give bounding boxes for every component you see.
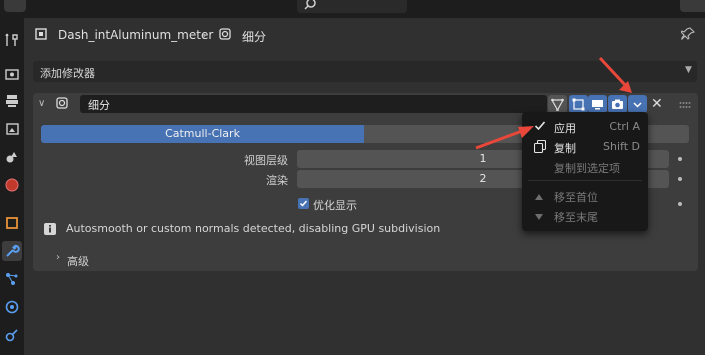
editor-type-button[interactable] <box>4 0 26 12</box>
annotation-arrow-icon <box>475 126 534 150</box>
tab-constraints[interactable] <box>2 325 22 345</box>
menu-item-label: 应用 <box>554 122 576 135</box>
monitor-icon <box>592 99 603 109</box>
menu-item-label: 复制 <box>554 142 576 155</box>
on-cage-icon <box>551 98 564 111</box>
menu-item-move-to-last[interactable]: 移至末尾 <box>522 206 648 226</box>
menu-item-label: 移至首位 <box>554 191 598 204</box>
chevron-down-icon: ▼ <box>685 65 692 75</box>
advanced-subpanel[interactable]: 高级 <box>67 253 89 269</box>
optimal-display-label: 优化显示 <box>313 199 357 212</box>
menu-item-label: 复制到选定项 <box>554 162 620 175</box>
wrench-icon <box>6 244 20 257</box>
tab-tool[interactable] <box>2 30 22 50</box>
modifier-name-field[interactable]: 细分 <box>80 95 547 113</box>
tab-render[interactable] <box>2 63 22 83</box>
drag-handle-icon[interactable] <box>679 99 691 112</box>
menu-item-apply[interactable]: 应用 Ctrl A <box>522 117 648 137</box>
properties-tab-bar <box>0 18 24 355</box>
close-icon[interactable]: ✕ <box>651 96 663 112</box>
chevron-down-icon <box>633 101 642 108</box>
subdivision-modifier-icon <box>55 96 69 113</box>
catmull-clark-label: Catmull-Clark <box>165 127 240 140</box>
triangle-up-icon <box>534 191 544 204</box>
edit-mode-icon <box>572 98 585 110</box>
keyframe-dot-icon[interactable] <box>678 157 682 161</box>
menu-item-label: 移至末尾 <box>554 211 598 224</box>
menu-item-shortcut: Ctrl A <box>609 120 640 133</box>
add-modifier-label: 添加修改器 <box>40 67 95 80</box>
tab-world[interactable] <box>2 175 22 195</box>
modifier-context-menu: 应用 Ctrl A 复制 Shift D 复制到选定项 移至首位 移至末尾 <box>522 112 648 231</box>
render-levels-label: 渲染 <box>266 174 288 187</box>
tab-particles[interactable] <box>2 269 22 289</box>
breadcrumb-chevron-icon: › <box>202 28 207 42</box>
world-icon <box>5 178 19 192</box>
menu-item-copy-to-selected[interactable]: 复制到选定项 <box>522 157 648 177</box>
search-icon <box>304 0 316 10</box>
realtime-button[interactable] <box>588 95 607 113</box>
modifier-name: 细分 <box>88 99 110 112</box>
panel-collapse-chevron-icon[interactable]: ∨ <box>38 98 45 109</box>
tab-output[interactable] <box>2 91 22 111</box>
breadcrumb-modifier: 细分 <box>242 30 267 44</box>
view-layer-icon <box>6 123 19 135</box>
info-message: Autosmooth or custom normals detected, d… <box>66 222 441 235</box>
object-icon <box>6 217 18 229</box>
triangle-down-icon <box>534 211 544 224</box>
edit-mode-button[interactable] <box>569 95 588 113</box>
keyframe-dot-icon[interactable] <box>678 177 682 181</box>
subdivision-modifier-icon <box>218 27 232 44</box>
tab-view-layer[interactable] <box>2 119 22 139</box>
annotation-arrow-icon <box>598 56 632 93</box>
output-icon <box>6 95 18 107</box>
particles-icon <box>6 273 18 285</box>
scene-icon <box>6 152 17 163</box>
tab-physics[interactable] <box>2 297 22 317</box>
menu-item-shortcut: Shift D <box>603 140 640 153</box>
menu-item-duplicate[interactable]: 复制 Shift D <box>522 137 648 157</box>
tool-icon <box>5 33 18 46</box>
optimal-display-checkbox[interactable] <box>298 198 309 209</box>
pin-icon[interactable] <box>680 27 696 44</box>
chevron-right-icon[interactable]: › <box>56 252 60 263</box>
render-toggle-button[interactable] <box>608 95 627 113</box>
options-button[interactable] <box>680 0 705 12</box>
menu-item-move-to-first[interactable]: 移至首位 <box>522 186 648 206</box>
on-cage-button[interactable] <box>548 95 567 113</box>
viewport-levels-label: 视图层级 <box>244 154 288 167</box>
menu-separator <box>528 180 642 181</box>
tab-scene[interactable] <box>2 147 22 167</box>
search-field[interactable] <box>297 0 407 13</box>
constraints-icon <box>5 329 18 342</box>
tab-modifiers[interactable] <box>2 241 22 261</box>
object-name: Dash_intAluminum_meter <box>58 28 214 42</box>
object-type-icon <box>34 27 48 44</box>
checkmark-icon <box>299 200 308 207</box>
catmull-clark-option[interactable]: Catmull-Clark <box>41 125 364 143</box>
physics-icon <box>5 300 19 314</box>
modifier-options-dropdown[interactable] <box>628 95 647 113</box>
render-icon <box>5 69 19 80</box>
camera-icon <box>612 99 623 109</box>
info-icon <box>43 222 57 239</box>
keyframe-dot-icon[interactable] <box>678 202 682 206</box>
tab-object[interactable] <box>2 213 22 233</box>
